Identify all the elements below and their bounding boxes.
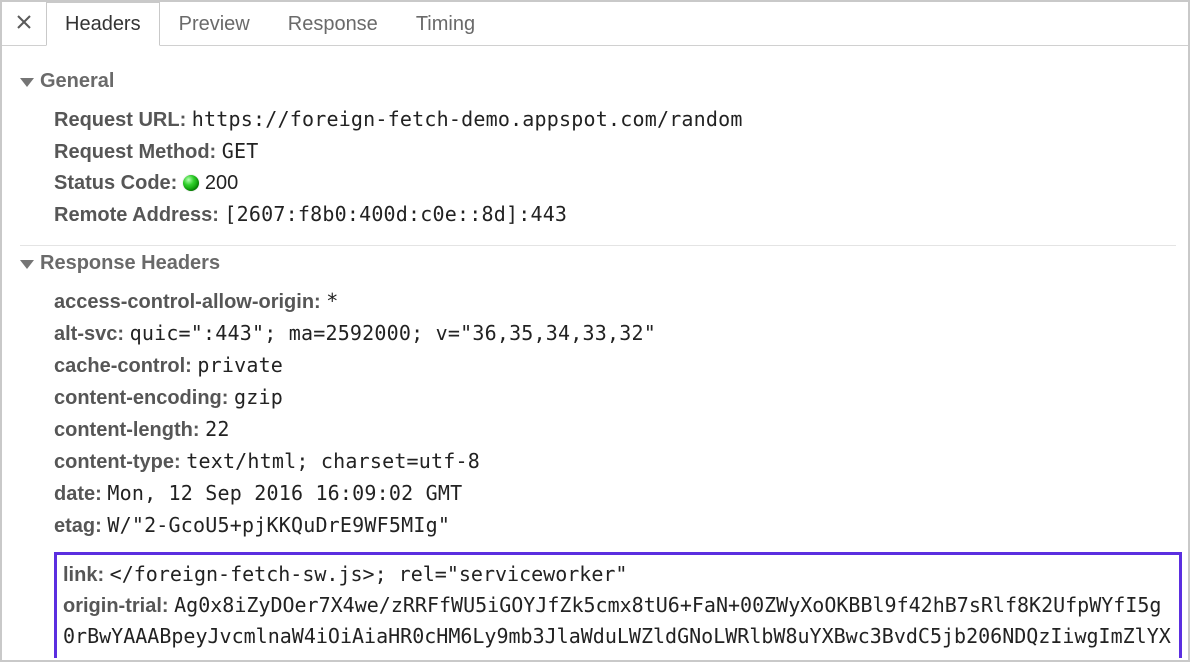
tab-response[interactable]: Response bbox=[269, 2, 397, 45]
row-content-type: content-type: text/html; charset=utf-8 bbox=[54, 446, 1176, 477]
tabbar: Headers Preview Response Timing bbox=[2, 2, 1188, 46]
row-remote-address: Remote Address: [2607:f8b0:400d:c0e::8d]… bbox=[54, 199, 1176, 230]
row-etag: etag: W/"2-GcoU5+pjKKQuDrE9WF5MIg" bbox=[54, 510, 1176, 541]
row-acao: access-control-allow-origin: * bbox=[54, 286, 1176, 317]
row-content-length: content-length: 22 bbox=[54, 414, 1176, 445]
row-status-code: Status Code: 200 bbox=[54, 168, 1176, 198]
row-request-method: Request Method: GET bbox=[54, 136, 1176, 167]
section-response-headers-toggle[interactable]: Response Headers bbox=[20, 252, 1176, 275]
tab-preview[interactable]: Preview bbox=[160, 2, 269, 45]
tab-headers[interactable]: Headers bbox=[46, 2, 160, 46]
close-icon bbox=[17, 12, 31, 35]
section-title-general: General bbox=[40, 70, 114, 93]
response-headers-block: access-control-allow-origin: * alt-svc: … bbox=[20, 283, 1176, 548]
highlighted-headers: link: </foreign-fetch-sw.js>; rel="servi… bbox=[54, 552, 1182, 658]
row-request-url: Request URL: https://foreign-fetch-demo.… bbox=[54, 104, 1176, 135]
section-general-toggle[interactable]: General bbox=[20, 70, 1176, 93]
close-button[interactable] bbox=[2, 2, 46, 45]
tab-timing[interactable]: Timing bbox=[397, 2, 494, 45]
row-content-encoding: content-encoding: gzip bbox=[54, 382, 1176, 413]
row-origin-trial: origin-trial: Ag0x8iZyDOer7X4we/zRRFfWU5… bbox=[63, 590, 1173, 658]
chevron-down-icon bbox=[20, 78, 34, 87]
divider bbox=[20, 245, 1176, 246]
headers-panel: General Request URL: https://foreign-fet… bbox=[4, 48, 1186, 658]
row-alt-svc: alt-svc: quic=":443"; ma=2592000; v="36,… bbox=[54, 318, 1176, 349]
chevron-down-icon bbox=[20, 260, 34, 269]
row-link: link: </foreign-fetch-sw.js>; rel="servi… bbox=[63, 559, 1173, 590]
row-date: date: Mon, 12 Sep 2016 16:09:02 GMT bbox=[54, 478, 1176, 509]
section-title-response-headers: Response Headers bbox=[40, 252, 220, 275]
row-cache-control: cache-control: private bbox=[54, 350, 1176, 381]
status-dot-icon bbox=[183, 175, 199, 191]
general-block: Request URL: https://foreign-fetch-demo.… bbox=[20, 101, 1176, 237]
